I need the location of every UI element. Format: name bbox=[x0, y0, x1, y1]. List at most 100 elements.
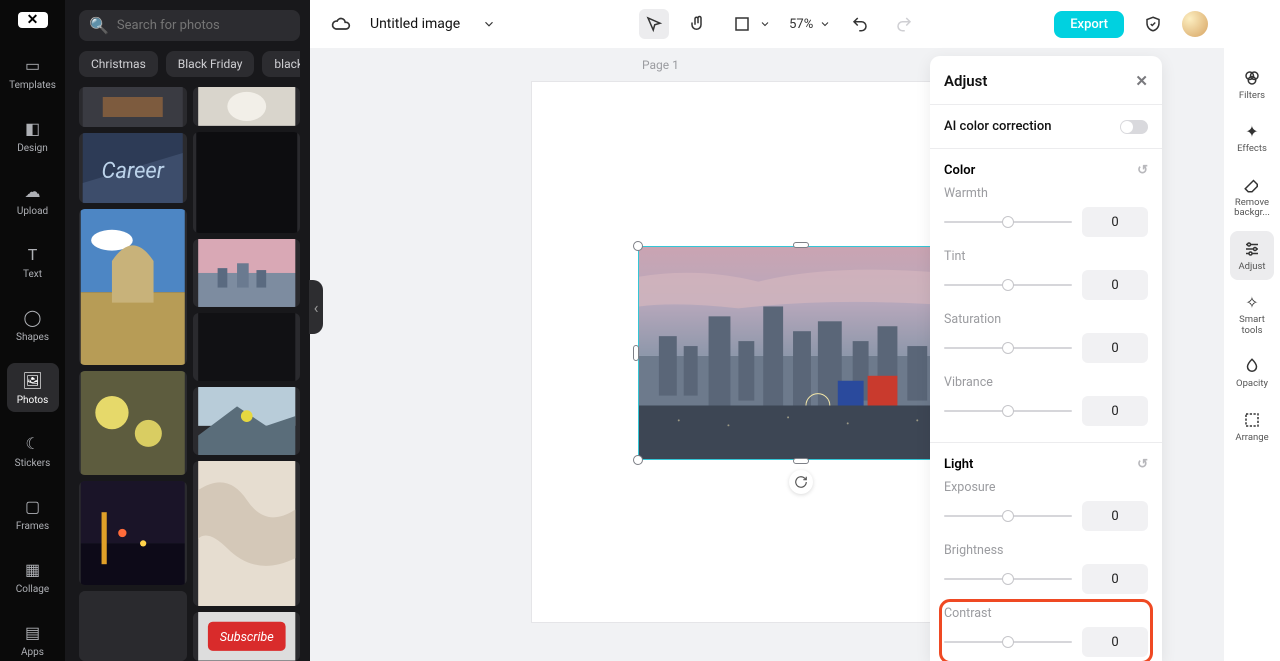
photo-thumb[interactable] bbox=[79, 481, 187, 585]
exposure-slider[interactable] bbox=[944, 515, 1072, 517]
photo-thumb[interactable] bbox=[193, 87, 301, 126]
chevron-down-icon bbox=[759, 18, 771, 30]
left-rail: ✕ ▭Templates ◧Design ☁Upload TText ◯Shap… bbox=[0, 0, 65, 661]
canvas-size-dropdown[interactable] bbox=[727, 9, 771, 39]
app-logo[interactable]: ✕ bbox=[18, 12, 48, 28]
reset-color[interactable]: ↺ bbox=[1137, 163, 1148, 178]
slider-knob[interactable] bbox=[1002, 636, 1014, 648]
slider-knob[interactable] bbox=[1002, 405, 1014, 417]
frame-icon bbox=[727, 9, 757, 39]
vibrance-slider[interactable] bbox=[944, 410, 1072, 412]
ai-color-toggle[interactable] bbox=[1120, 120, 1148, 134]
resize-handle-mb[interactable] bbox=[793, 458, 809, 464]
resize-handle-tl[interactable] bbox=[633, 241, 643, 251]
user-avatar[interactable] bbox=[1182, 11, 1208, 37]
resize-handle-mt[interactable] bbox=[793, 242, 809, 248]
title-dropdown[interactable] bbox=[474, 9, 504, 39]
rail-apps[interactable]: ▤Apps bbox=[7, 615, 59, 661]
rail-photos[interactable]: 🖼Photos bbox=[7, 363, 59, 412]
rail-design[interactable]: ◧Design bbox=[7, 111, 59, 160]
photos-panel: 🔍 Christmas Black Friday black Career bbox=[65, 0, 310, 661]
photo-thumb[interactable]: Career bbox=[79, 133, 187, 203]
shield-icon[interactable] bbox=[1138, 9, 1168, 39]
chip-row: Christmas Black Friday black bbox=[79, 51, 300, 77]
rail-photos-label: Photos bbox=[17, 395, 49, 406]
slider-knob[interactable] bbox=[1002, 279, 1014, 291]
effects-icon: ✦ bbox=[1242, 121, 1262, 141]
brightness-control: Brightness 0 bbox=[944, 541, 1148, 596]
photo-thumb[interactable] bbox=[193, 132, 301, 233]
slider-knob[interactable] bbox=[1002, 573, 1014, 585]
tint-slider[interactable] bbox=[944, 284, 1072, 286]
slider-knob[interactable] bbox=[1002, 342, 1014, 354]
photo-thumb[interactable] bbox=[79, 591, 187, 661]
tool-opacity[interactable]: Opacity bbox=[1230, 348, 1274, 397]
chevron-down-icon bbox=[819, 18, 831, 30]
rail-templates[interactable]: ▭Templates bbox=[7, 48, 59, 97]
doc-title[interactable]: Untitled image bbox=[370, 16, 460, 32]
chip-blackfriday[interactable]: Black Friday bbox=[166, 51, 255, 77]
exposure-value[interactable]: 0 bbox=[1082, 501, 1148, 531]
resize-handle-bl[interactable] bbox=[633, 455, 643, 465]
tool-filters-label: Filters bbox=[1239, 91, 1265, 101]
photo-thumb[interactable] bbox=[193, 313, 301, 381]
selected-image[interactable] bbox=[638, 246, 964, 460]
tool-remove-bg[interactable]: Remove backgr... bbox=[1230, 167, 1274, 227]
rail-stickers[interactable]: ☾Stickers bbox=[7, 426, 59, 475]
vibrance-value[interactable]: 0 bbox=[1082, 396, 1148, 426]
search-input[interactable] bbox=[117, 18, 290, 33]
saturation-value[interactable]: 0 bbox=[1082, 333, 1148, 363]
resize-handle-ml[interactable] bbox=[633, 345, 639, 361]
zoom-dropdown[interactable]: 57% bbox=[785, 17, 831, 32]
rail-upload[interactable]: ☁Upload bbox=[7, 174, 59, 223]
slider-knob[interactable] bbox=[1002, 510, 1014, 522]
cloud-icon[interactable] bbox=[326, 9, 356, 39]
rail-shapes[interactable]: ◯Shapes bbox=[7, 300, 59, 349]
tool-effects-label: Effects bbox=[1237, 144, 1267, 154]
adjust-icon bbox=[1242, 239, 1262, 259]
chip-christmas[interactable]: Christmas bbox=[79, 51, 158, 77]
close-adjust[interactable]: ✕ bbox=[1135, 72, 1148, 90]
photo-thumb[interactable] bbox=[79, 209, 187, 365]
photo-thumb[interactable] bbox=[79, 371, 187, 475]
brightness-value[interactable]: 0 bbox=[1082, 564, 1148, 594]
tool-filters[interactable]: Filters bbox=[1230, 60, 1274, 109]
photo-thumb[interactable] bbox=[193, 461, 301, 607]
warmth-value[interactable]: 0 bbox=[1082, 207, 1148, 237]
cursor-tool[interactable] bbox=[639, 9, 669, 39]
export-button[interactable]: Export bbox=[1054, 11, 1124, 38]
vibrance-label: Vibrance bbox=[944, 375, 1148, 390]
tool-smart[interactable]: ✧Smart tools bbox=[1230, 284, 1274, 344]
reset-light[interactable]: ↺ bbox=[1137, 457, 1148, 472]
collage-icon: ▦ bbox=[22, 558, 44, 580]
rail-apps-label: Apps bbox=[21, 647, 44, 658]
brightness-label: Brightness bbox=[944, 543, 1148, 558]
rotate-handle[interactable] bbox=[789, 470, 813, 494]
tool-arrange-label: Arrange bbox=[1235, 433, 1268, 443]
tint-value[interactable]: 0 bbox=[1082, 270, 1148, 300]
photo-thumb[interactable]: Subscribe bbox=[193, 612, 301, 661]
saturation-slider[interactable] bbox=[944, 347, 1072, 349]
contrast-slider[interactable] bbox=[944, 641, 1072, 643]
tool-remove-label: Remove backgr... bbox=[1234, 198, 1270, 219]
rail-collage[interactable]: ▦Collage bbox=[7, 552, 59, 601]
brightness-slider[interactable] bbox=[944, 578, 1072, 580]
hand-tool[interactable] bbox=[683, 9, 713, 39]
rail-text[interactable]: TText bbox=[7, 237, 59, 286]
redo-button bbox=[889, 9, 919, 39]
tool-arrange[interactable]: Arrange bbox=[1230, 402, 1274, 451]
tool-effects[interactable]: ✦ Effects bbox=[1230, 113, 1274, 162]
undo-button[interactable] bbox=[845, 9, 875, 39]
tool-adjust[interactable]: Adjust bbox=[1230, 231, 1274, 280]
rail-design-label: Design bbox=[17, 143, 48, 154]
contrast-value[interactable]: 0 bbox=[1082, 627, 1148, 657]
photo-thumb[interactable] bbox=[193, 239, 301, 307]
search-box[interactable]: 🔍 bbox=[79, 10, 300, 41]
warmth-control: Warmth0 bbox=[944, 184, 1148, 239]
slider-knob[interactable] bbox=[1002, 216, 1014, 228]
warmth-slider[interactable] bbox=[944, 221, 1072, 223]
photo-thumb[interactable] bbox=[193, 387, 301, 455]
photo-thumb[interactable] bbox=[79, 87, 187, 127]
rail-frames[interactable]: ▢Frames bbox=[7, 489, 59, 538]
chip-black[interactable]: black bbox=[262, 51, 300, 77]
